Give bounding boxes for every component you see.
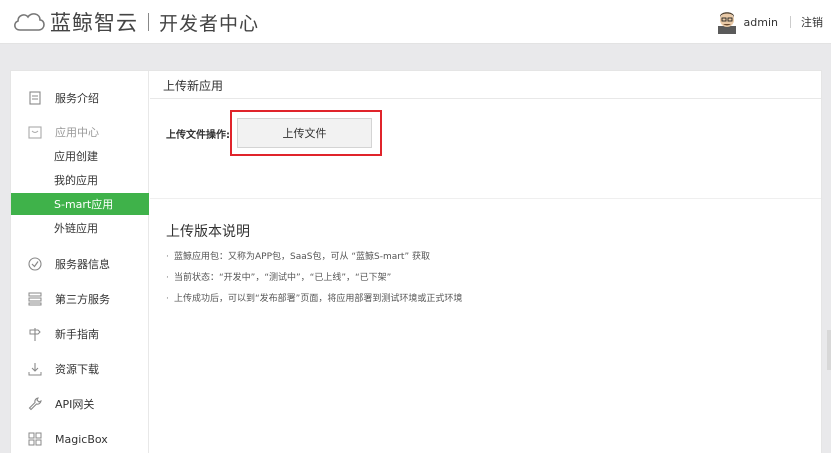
server-stack-icon	[27, 291, 43, 307]
bullet-icon: ·	[166, 294, 169, 304]
scroll-icon	[27, 90, 43, 106]
box-icon	[27, 124, 43, 140]
section-title: 上传新应用	[163, 79, 224, 93]
sidebar-subitem-label: 应用创建	[54, 150, 98, 163]
sidebar-subitem-my-apps[interactable]: 我的应用	[11, 169, 149, 191]
sidebar-item-label: 第三方服务	[55, 293, 110, 306]
sidebar-item-guide[interactable]: 新手指南	[11, 319, 149, 349]
upload-file-button[interactable]: 上传文件	[237, 118, 372, 148]
list-item: · 上传成功后，可以到“发布部署”页面，将应用部署到测试环境或正式环境	[166, 289, 462, 310]
sidebar-item-label: API网关	[55, 398, 95, 411]
list-item: · 当前状态：“开发中”，“测试中”，“已上线”，“已下架”	[166, 268, 462, 289]
avatar[interactable]	[716, 10, 738, 34]
cloud-logo-icon	[12, 10, 46, 34]
main-card: 服务介绍 应用中心 应用创建 我的应用 S-mart应用 外链应用 服务器信息	[10, 70, 822, 453]
title-divider	[150, 98, 821, 99]
sidebar-subitem-external-apps[interactable]: 外链应用	[11, 217, 149, 239]
grid-icon	[27, 431, 43, 447]
user-divider	[790, 16, 791, 28]
username[interactable]: admin	[744, 16, 778, 29]
note-text: 当前状态：“开发中”，“测试中”，“已上线”，“已下架”	[174, 273, 392, 283]
sidebar-item-api-gateway[interactable]: API网关	[11, 389, 149, 419]
list-item: · 蓝鲸应用包：又称为APP包，SaaS包，可从 “蓝鲸S-mart” 获取	[166, 247, 462, 268]
sidebar-item-label: 资源下载	[55, 363, 99, 376]
bullet-icon: ·	[166, 252, 169, 262]
scrollbar[interactable]	[827, 330, 831, 370]
sidebar-subitem-label: 外链应用	[54, 222, 98, 235]
upload-label: 上传文件操作:	[166, 130, 230, 141]
signpost-icon	[27, 326, 43, 342]
download-icon	[27, 361, 43, 377]
sidebar-item-service-intro[interactable]: 服务介绍	[11, 83, 149, 113]
sidebar-item-label: 服务介绍	[55, 92, 99, 105]
sidebar-item-third-party[interactable]: 第三方服务	[11, 284, 149, 314]
sidebar-item-label: 服务器信息	[55, 258, 110, 271]
check-circle-icon	[27, 256, 43, 272]
user-area: admin 注销	[716, 9, 823, 35]
sidebar-item-server-info[interactable]: 服务器信息	[11, 249, 149, 279]
sidebar-subitem-label: S-mart应用	[54, 198, 114, 211]
page-title: 开发者中心	[159, 12, 260, 35]
brand-divider	[148, 13, 149, 31]
brand-logo[interactable]: 蓝鲸智云 开发者中心	[12, 8, 259, 36]
section-divider	[150, 198, 821, 199]
sidebar-item-magicbox[interactable]: MagicBox	[11, 424, 149, 453]
notes-title: 上传版本说明	[166, 224, 250, 240]
sidebar-item-downloads[interactable]: 资源下载	[11, 354, 149, 384]
sidebar: 服务介绍 应用中心 应用创建 我的应用 S-mart应用 外链应用 服务器信息	[11, 71, 149, 453]
sidebar-subitem-label: 我的应用	[54, 174, 98, 187]
note-text: 蓝鲸应用包：又称为APP包，SaaS包，可从 “蓝鲸S-mart” 获取	[174, 252, 430, 262]
bullet-icon: ·	[166, 273, 169, 283]
sidebar-subitem-app-create[interactable]: 应用创建	[11, 145, 149, 167]
sidebar-item-app-center[interactable]: 应用中心	[11, 117, 149, 147]
content-panel: 上传新应用 上传文件操作: 上传文件 上传版本说明 · 蓝鲸应用包：又称为APP包…	[150, 71, 821, 453]
sidebar-item-label: MagicBox	[55, 432, 108, 446]
brand-name: 蓝鲸智云	[50, 11, 138, 35]
sidebar-subitem-smart-apps[interactable]: S-mart应用	[11, 193, 149, 215]
note-text: 上传成功后，可以到“发布部署”页面，将应用部署到测试环境或正式环境	[174, 294, 463, 304]
top-header: 蓝鲸智云 开发者中心 admin 注销	[0, 0, 831, 44]
sidebar-item-label: 新手指南	[55, 328, 99, 341]
sidebar-item-label: 应用中心	[55, 126, 99, 139]
notes-list: · 蓝鲸应用包：又称为APP包，SaaS包，可从 “蓝鲸S-mart” 获取 · 当…	[166, 247, 462, 310]
logout-link[interactable]: 注销	[801, 14, 823, 30]
wrench-icon	[27, 396, 43, 412]
